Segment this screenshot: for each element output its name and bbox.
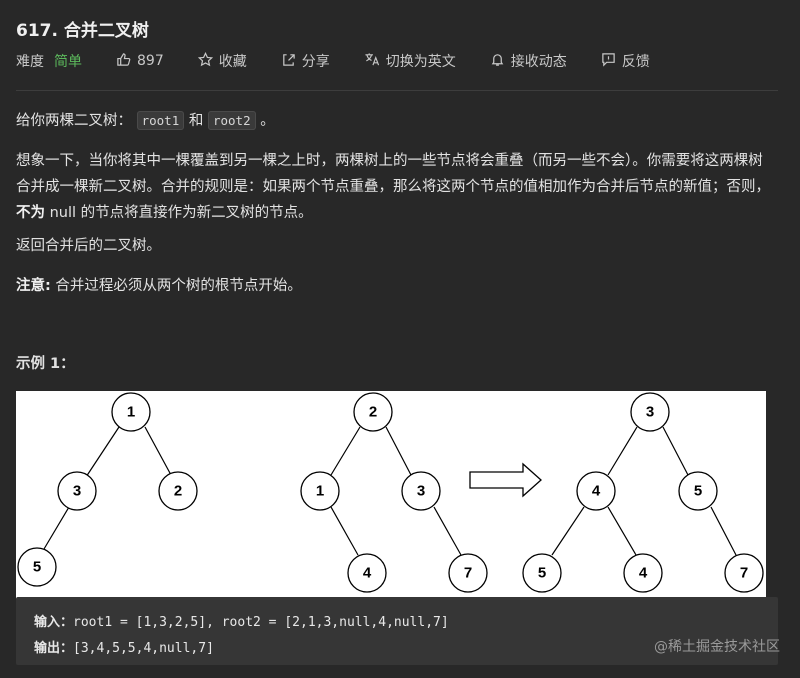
rules-text: 想象一下，当你将其中一棵覆盖到另一棵之上时，两棵树上的一些节点将会重叠（而另一些…: [16, 153, 770, 195]
node-label: 7: [740, 565, 748, 582]
like-count: 897: [137, 53, 164, 69]
share-label: 分享: [301, 54, 330, 70]
node-label: 3: [73, 483, 81, 500]
star-icon: [197, 51, 213, 71]
share-button[interactable]: 分享: [281, 51, 330, 71]
node-label: 2: [174, 483, 182, 500]
favorite-label: 收藏: [218, 54, 247, 70]
example-output: 输出：[3,4,5,5,4,null,7]: [34, 637, 214, 656]
node-label: 2: [369, 404, 377, 421]
translate-icon: [364, 52, 380, 71]
node-label: 3: [646, 404, 654, 421]
node-label: 7: [464, 565, 472, 582]
example-title: 示例 1：: [16, 356, 75, 372]
description-intro: 给你两棵二叉树： root1 和 root2 。: [16, 108, 275, 134]
intro-and: 和: [188, 113, 204, 129]
feedback-icon: [601, 52, 616, 71]
problem-title: 617. 合并二叉树: [16, 21, 149, 41]
example-figure: 1 3 2 5 2 1 3 4 7 3 4 5 5 4 7: [16, 391, 766, 599]
note-label: 注意:: [16, 278, 51, 294]
node-label: 3: [417, 483, 425, 500]
description-return: 返回合并后的二叉树。: [16, 238, 161, 254]
rules-text-end: null 的节点将直接作为新二叉树的节点。: [45, 205, 313, 221]
difficulty-label: 难度: [16, 54, 44, 70]
feedback-label: 反馈: [621, 54, 650, 70]
description-note: 注意: 合并过程必须从两个树的根节点开始。: [16, 273, 302, 299]
node-label: 5: [694, 483, 702, 500]
output-label: 输出：: [34, 641, 74, 656]
feedback-button[interactable]: 反馈: [601, 51, 650, 71]
description-rules: 想象一下，当你将其中一棵覆盖到另一棵之上时，两棵树上的一些节点将会重叠（而另一些…: [16, 148, 776, 226]
thumbs-up-icon: [116, 52, 131, 71]
intro-end: 。: [260, 113, 275, 129]
node-label: 4: [592, 483, 601, 500]
node-label: 5: [33, 559, 41, 576]
like-button[interactable]: 897: [116, 52, 164, 71]
input-value: root1 = [1,3,2,5], root2 = [2,1,3,null,4…: [73, 615, 449, 630]
node-label: 4: [639, 565, 648, 582]
intro-text: 给你两棵二叉树：: [16, 113, 132, 129]
arrow-icon: [469, 462, 542, 498]
output-value: [3,4,5,5,4,null,7]: [73, 641, 214, 656]
notify-label: 接收动态: [510, 54, 567, 70]
notify-button[interactable]: 接收动态: [490, 51, 567, 71]
problem-toolbar: 难度 简单 897 收藏 分享 切换为英文 接收动态 反馈: [16, 50, 684, 72]
input-label: 输入：: [34, 615, 74, 630]
switch-language-label: 切换为英文: [385, 54, 456, 70]
node-label: 5: [538, 565, 546, 582]
code-root1: root1: [136, 111, 185, 130]
rules-bold: 不为: [16, 205, 45, 221]
switch-language-button[interactable]: 切换为英文: [364, 51, 456, 71]
code-root2: root2: [207, 111, 256, 130]
difficulty-badge: 简单: [54, 54, 82, 70]
node-label: 1: [127, 404, 135, 421]
header-divider: [16, 90, 778, 91]
note-text: 合并过程必须从两个树的根节点开始。: [50, 278, 302, 294]
share-icon: [281, 52, 296, 71]
bell-icon: [490, 52, 505, 71]
node-label: 1: [316, 483, 324, 500]
favorite-button[interactable]: 收藏: [197, 51, 247, 71]
node-label: 4: [363, 565, 372, 582]
watermark: @稀土掘金技术社区: [654, 639, 780, 655]
example-input: 输入：root1 = [1,3,2,5], root2 = [2,1,3,nul…: [34, 611, 449, 630]
